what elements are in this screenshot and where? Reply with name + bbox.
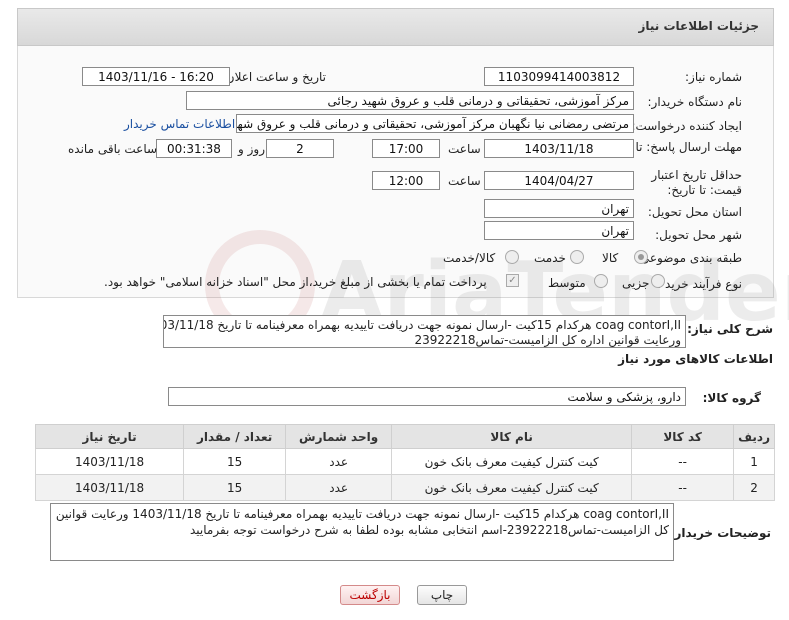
province-field: تهران [484, 199, 634, 218]
cell-code: -- [631, 474, 735, 501]
buyer-org-field: مرکز آموزشی، تحقیقاتی و درمانی قلب و عرو… [186, 91, 634, 110]
col-date: تاریخ نیاز [34, 424, 185, 449]
buyer-notes-line-2: کل الزامیست-تماس23922218-اسم انتخابی مشا… [189, 523, 669, 537]
summary-line-1: coag contorI,II هرکدام 15کیت -ارسال نمون… [164, 318, 681, 332]
process-label: نوع فرآیند خرید : [657, 277, 742, 291]
cell-date: 1403/11/18 [34, 448, 185, 475]
announce-datetime-field: 1403/11/16 - 16:20 [82, 67, 230, 86]
summary-label: شرح کلی نیاز: [687, 322, 773, 336]
cell-date: 1403/11/18 [34, 474, 185, 501]
cell-qty: 15 [183, 474, 287, 501]
treasury-checkbox[interactable]: ✓ [506, 274, 519, 287]
need-number-field: 1103099414003812 [484, 67, 634, 86]
buyer-notes-label: توضیحات خریدار: [669, 526, 771, 540]
table-row: 1 -- کیت کنترل کیفیت معرف بانک خون عدد 1… [34, 448, 775, 475]
summary-textarea: coag contorI,II هرکدام 15کیت -ارسال نمون… [163, 315, 686, 348]
cell-name: کیت کنترل کیفیت معرف بانک خون [391, 474, 633, 501]
category-radio-service[interactable] [570, 250, 584, 264]
cell-row: 1 [733, 448, 775, 475]
print-button[interactable]: چاپ [417, 585, 467, 605]
buyer-contact-link[interactable]: اطلاعات تماس خریدار [124, 117, 235, 131]
col-row: ردیف [733, 424, 775, 449]
cell-code: -- [631, 448, 735, 475]
payment-note: پرداخت تمام یا بخشی از مبلغ خرید،از محل … [104, 275, 487, 289]
city-field: تهران [484, 221, 634, 240]
days-field: 2 [266, 139, 334, 158]
need-number-label: شماره نیاز: [685, 70, 742, 84]
reply-time-label: ساعت [448, 142, 481, 156]
buyer-notes-line-1: coag contorI,II هرکدام 15کیت -ارسال نمون… [51, 507, 669, 521]
cell-unit: عدد [285, 448, 393, 475]
category-option-goods: کالا [602, 251, 619, 265]
price-date-field: 1404/04/27 [484, 171, 634, 190]
city-label: شهر محل تحویل: [655, 228, 742, 242]
buyer-org-label: نام دستگاه خریدار: [647, 95, 743, 109]
category-radio-goods[interactable] [634, 250, 648, 264]
cell-qty: 15 [183, 448, 287, 475]
category-option-service: خدمت [534, 251, 566, 265]
province-label: استان محل تحویل: [647, 205, 742, 219]
cell-name: کیت کنترل کیفیت معرف بانک خون [391, 448, 633, 475]
summary-line-2: ورعایت قوانین اداره کل الزامیست-تماس2392… [414, 333, 681, 347]
col-name: نام کالا [391, 424, 633, 449]
days-label: روز و [238, 142, 265, 156]
category-option-goods-service: کالا/خدمت [443, 251, 496, 265]
col-code: کد کالا [631, 424, 735, 449]
goods-info-title: اطلاعات کالاهای مورد نیاز [618, 352, 773, 366]
requester-field: مرتضی رمضانی نیا نگهبان مرکز آموزشی، تحق… [236, 114, 634, 133]
cell-row: 2 [733, 474, 775, 501]
price-time-field: 12:00 [372, 171, 440, 190]
process-option-medium: متوسط [548, 276, 586, 290]
price-time-label: ساعت [448, 174, 481, 188]
remaining-time-field: 00:31:38 [156, 139, 232, 158]
reply-date-field: 1403/11/18 [484, 139, 634, 158]
category-label: طبقه بندی موضوعی: [635, 251, 742, 265]
process-option-minor: جزیی [622, 276, 650, 290]
back-button[interactable]: بازگشت [340, 585, 400, 605]
price-validity-label: حداقل تاریخ اعتبار قیمت: تا تاریخ: [651, 168, 742, 197]
requester-label: ایجاد کننده درخواست: [631, 119, 742, 133]
goods-table: ردیف کد کالا نام کالا واحد شمارش تعداد /… [34, 424, 775, 501]
col-qty: تعداد / مقدار [183, 424, 287, 449]
table-row: 2 -- کیت کنترل کیفیت معرف بانک خون عدد 1… [34, 474, 775, 501]
page-title: جزئیات اطلاعات نیاز [638, 19, 759, 33]
goods-group-field: دارو، پزشکی و سلامت [168, 387, 686, 406]
reply-time-field: 17:00 [372, 139, 440, 158]
goods-group-label: گروه کالا: [702, 391, 761, 405]
process-radio-minor[interactable] [651, 274, 665, 288]
cell-unit: عدد [285, 474, 393, 501]
category-radio-goods-service[interactable] [505, 250, 519, 264]
col-unit: واحد شمارش [285, 424, 393, 449]
buyer-notes-textarea: coag contorI,II هرکدام 15کیت -ارسال نمون… [50, 503, 674, 561]
process-radio-medium[interactable] [594, 274, 608, 288]
remaining-label: ساعت باقی مانده [68, 142, 158, 156]
